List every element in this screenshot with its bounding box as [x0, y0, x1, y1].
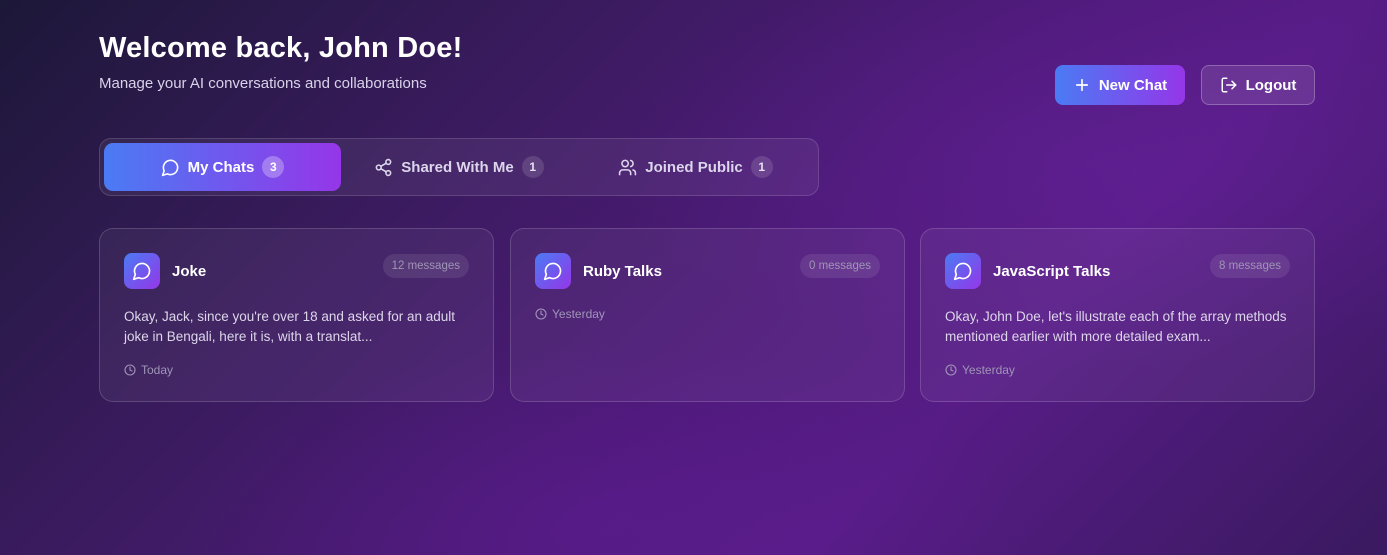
chat-card-time: Yesterday — [535, 307, 605, 321]
chat-card-javascript-talks[interactable]: JavaScript Talks 8 messages Okay, John D… — [920, 228, 1315, 402]
message-count-badge: 0 messages — [799, 254, 880, 278]
chat-card-time: Yesterday — [945, 363, 1015, 377]
chat-card-preview: Okay, John Doe, let's illustrate each of… — [945, 309, 1287, 344]
tab-my-chats[interactable]: My Chats 3 — [104, 143, 341, 191]
tab-count-badge: 3 — [262, 156, 285, 178]
logout-button[interactable]: Logout — [1201, 65, 1315, 105]
chat-card-time: Today — [124, 363, 173, 377]
chat-card-ruby-talks[interactable]: Ruby Talks 0 messages Yesterday — [510, 228, 905, 402]
chat-card-time-label: Today — [141, 363, 174, 377]
new-chat-button[interactable]: New Chat — [1055, 65, 1185, 105]
page-header: Welcome back, John Doe! Manage your AI c… — [99, 30, 462, 92]
chat-card-icon — [535, 253, 571, 289]
page-title: Welcome back, John Doe! — [99, 32, 463, 64]
page-subtitle: Manage your AI conversations and collabo… — [99, 75, 427, 92]
message-circle-icon — [953, 262, 972, 281]
new-chat-label: New Chat — [1098, 76, 1168, 94]
chat-card-title: Joke — [172, 263, 207, 280]
message-circle-icon — [543, 262, 562, 281]
chat-card-icon — [124, 253, 160, 289]
clock-icon — [945, 364, 957, 376]
tab-shared-with-me[interactable]: Shared With Me 1 — [341, 143, 577, 191]
share-icon — [375, 158, 392, 176]
chat-card-title: Ruby Talks — [583, 263, 662, 280]
tab-joined-public[interactable]: Joined Public 1 — [577, 143, 814, 191]
message-count-badge: 12 messages — [382, 254, 469, 278]
chat-card-title: JavaScript Talks — [993, 263, 1111, 280]
logout-icon — [1221, 77, 1237, 93]
message-circle-icon — [132, 262, 151, 281]
users-icon — [619, 159, 637, 175]
tab-count-badge: 1 — [750, 156, 773, 178]
tab-label: Joined Public — [645, 158, 743, 176]
chat-card-time-label: Yesterday — [552, 307, 605, 321]
message-count-badge: 8 messages — [1209, 254, 1290, 278]
tab-count-badge: 1 — [521, 156, 544, 178]
chat-tabs: My Chats 3 Shared With Me 1 Joined Publi… — [99, 138, 819, 196]
chat-card-time-label: Yesterday — [962, 363, 1015, 377]
plus-icon — [1075, 78, 1088, 92]
logout-label: Logout — [1245, 76, 1297, 94]
message-circle-icon — [161, 159, 179, 176]
chat-card-icon — [945, 253, 981, 289]
tab-label: Shared With Me — [401, 158, 514, 176]
clock-icon — [124, 364, 136, 376]
chat-card-joke[interactable]: Joke 12 messages Okay, Jack, since you'r… — [99, 228, 494, 402]
tab-label: My Chats — [187, 158, 255, 176]
clock-icon — [535, 308, 547, 320]
chat-card-preview: Okay, Jack, since you're over 18 and ask… — [124, 309, 456, 344]
